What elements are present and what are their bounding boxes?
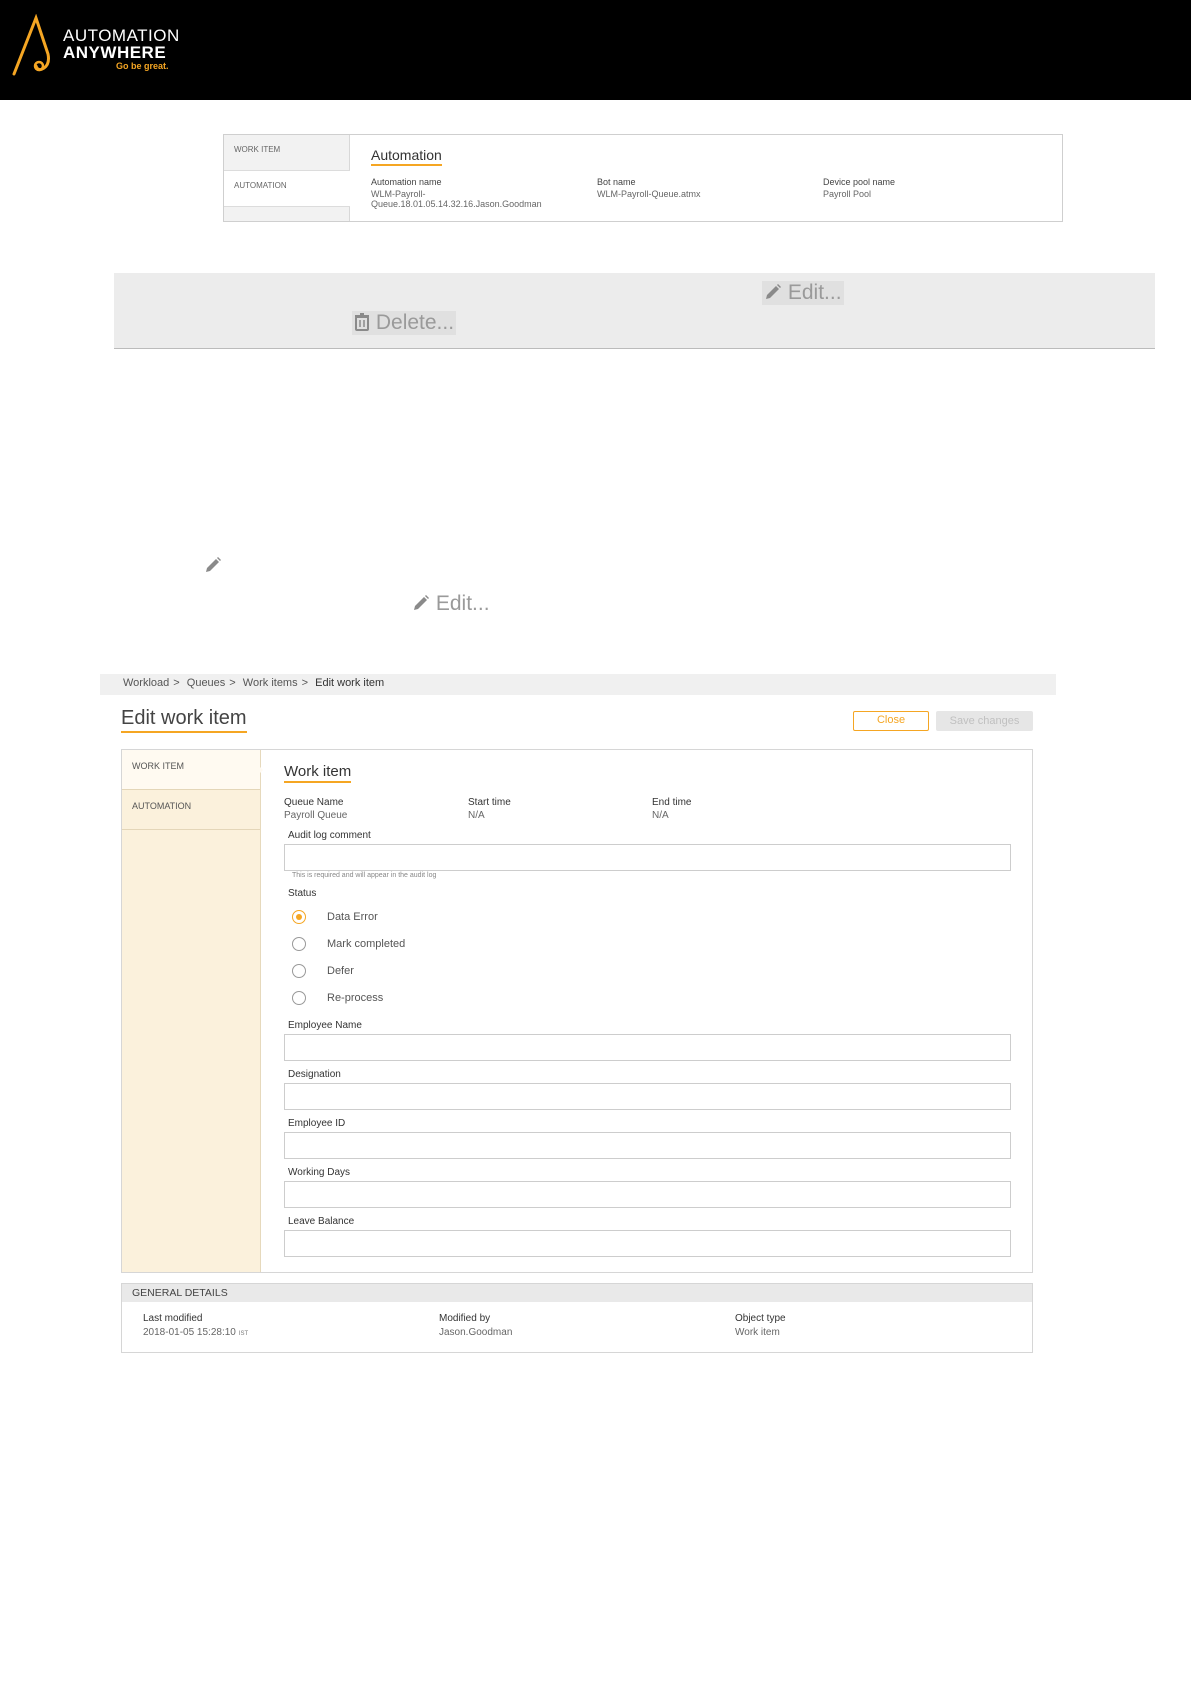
object-type-label: Object type	[735, 1313, 786, 1324]
device-pool-field: Device pool name Payroll Pool	[823, 177, 895, 199]
close-button[interactable]: Close	[853, 711, 929, 731]
radio-button[interactable]	[292, 964, 306, 978]
logo-line2: ANYWHERE	[63, 43, 167, 62]
queue-name-value: Payroll Queue	[284, 810, 348, 821]
breadcrumb: Workload > Queues > Work items > Edit work …	[100, 674, 1056, 695]
object-type-value: Work item	[735, 1327, 780, 1338]
general-details-header: GENERAL DETAILS	[122, 1284, 1032, 1302]
breadcrumb-current: Edit work item	[315, 677, 385, 689]
inline-edit-button[interactable]: Edit...	[412, 592, 490, 616]
status-option-label: Re-process	[327, 992, 384, 1004]
inline-edit-label: Edit...	[435, 592, 490, 615]
radio-button-selected[interactable]	[292, 910, 306, 924]
designation-label: Designation	[288, 1069, 341, 1080]
bot-name-value: WLM-Payroll-Queue.atmx	[597, 189, 701, 199]
trash-icon	[355, 313, 369, 331]
object-type-field: Object type Work item	[735, 1312, 786, 1340]
logo-a-icon	[12, 14, 50, 76]
delete-label: Delete...	[375, 311, 455, 334]
top-header-bar: AUTOMATION ANYWHERE Go be great.	[0, 0, 1191, 100]
last-modified-label: Last modified	[143, 1313, 203, 1324]
edit-label: Edit...	[787, 281, 842, 304]
automation-panel-sidebar: WORK ITEM AUTOMATION	[224, 135, 350, 221]
edit-pencil-icon[interactable]	[204, 556, 222, 579]
bot-name-field: Bot name WLM-Payroll-Queue.atmx	[597, 177, 701, 199]
modified-by-label: Modified by	[439, 1313, 491, 1324]
status-option-label: Data Error	[327, 911, 378, 923]
tab-work-item[interactable]: WORK ITEM	[224, 135, 350, 171]
save-changes-button[interactable]: Save changes	[936, 711, 1033, 731]
last-modified-value: 2018-01-05 15:28:10	[143, 1327, 236, 1338]
working-days-input[interactable]	[284, 1181, 1011, 1208]
active-tab-pointer	[253, 760, 263, 780]
automation-section-title: Automation	[371, 147, 442, 166]
page-title: Edit work item	[121, 707, 247, 733]
status-label: Status	[288, 888, 317, 899]
edit-button[interactable]: Edit...	[762, 281, 844, 305]
queue-name-field: Queue Name Payroll Queue	[284, 796, 347, 822]
delete-button[interactable]: Delete...	[352, 311, 457, 335]
start-time-field: Start time N/A	[468, 796, 511, 822]
radio-button[interactable]	[292, 991, 306, 1005]
automation-anywhere-logo: AUTOMATION ANYWHERE Go be great.	[10, 14, 200, 80]
tab-automation[interactable]: AUTOMATION	[122, 790, 260, 830]
active-tab-pointer	[342, 183, 351, 199]
leave-balance-input[interactable]	[284, 1230, 1011, 1257]
breadcrumb-queues[interactable]: Queues	[187, 677, 226, 689]
employee-name-input[interactable]	[284, 1034, 1011, 1061]
leave-balance-label: Leave Balance	[288, 1216, 355, 1227]
audit-log-hint: This is required and will appear in the …	[292, 872, 437, 879]
tab-automation[interactable]: AUTOMATION	[224, 171, 350, 207]
modified-by-field: Modified by Jason.Goodman	[439, 1312, 512, 1340]
automation-name-field: Automation name WLM-Payroll- Queue.18.01…	[371, 177, 542, 209]
device-pool-value: Payroll Pool	[823, 189, 872, 199]
pencil-icon	[766, 284, 781, 299]
employee-id-input[interactable]	[284, 1132, 1011, 1159]
employee-name-label: Employee Name	[288, 1020, 362, 1031]
device-pool-label: Device pool name	[823, 177, 896, 187]
automation-panel: WORK ITEM AUTOMATION Automation Automati…	[223, 134, 1063, 222]
work-item-section-title: Work item	[284, 763, 352, 783]
last-modified-field: Last modified 2018-01-05 15:28:10 IST	[143, 1312, 248, 1341]
work-item-form-panel: WORK ITEM AUTOMATION Work item Queue Nam…	[121, 749, 1033, 1273]
start-time-value: N/A	[468, 810, 485, 821]
modified-by-value: Jason.Goodman	[439, 1327, 513, 1338]
queue-name-label: Queue Name	[284, 797, 344, 808]
timezone-label: IST	[238, 1331, 249, 1337]
start-time-label: Start time	[468, 797, 511, 808]
pencil-icon	[206, 557, 221, 572]
bot-name-label: Bot name	[597, 177, 636, 187]
radio-button[interactable]	[292, 937, 306, 951]
working-days-label: Working Days	[288, 1167, 351, 1178]
automation-name-label: Automation name	[371, 177, 442, 187]
logo-tagline: Go be great.	[116, 61, 169, 71]
form-sidebar: WORK ITEM AUTOMATION	[122, 750, 261, 1272]
audit-log-label: Audit log comment	[288, 830, 371, 841]
employee-id-label: Employee ID	[288, 1118, 346, 1129]
status-option-label: Mark completed	[327, 938, 406, 950]
breadcrumb-work-items[interactable]: Work items	[243, 677, 298, 689]
end-time-field: End time N/A	[652, 796, 691, 822]
breadcrumb-separator: >	[301, 677, 309, 689]
action-toolbar: Edit... Delete...	[114, 273, 1155, 349]
general-details-panel: GENERAL DETAILS Last modified 2018-01-05…	[121, 1283, 1033, 1353]
audit-log-input[interactable]	[284, 844, 1011, 871]
end-time-label: End time	[652, 797, 692, 808]
end-time-value: N/A	[652, 810, 669, 821]
designation-input[interactable]	[284, 1083, 1011, 1110]
breadcrumb-workload[interactable]: Workload	[123, 677, 169, 689]
breadcrumb-separator: >	[229, 677, 236, 689]
breadcrumb-separator: >	[173, 677, 180, 689]
tab-work-item[interactable]: WORK ITEM	[122, 750, 260, 790]
status-option-label: Defer	[327, 965, 354, 977]
automation-name-value: WLM-Payroll- Queue.18.01.05.14.32.16.Jas…	[371, 189, 542, 209]
pencil-icon	[414, 595, 429, 610]
